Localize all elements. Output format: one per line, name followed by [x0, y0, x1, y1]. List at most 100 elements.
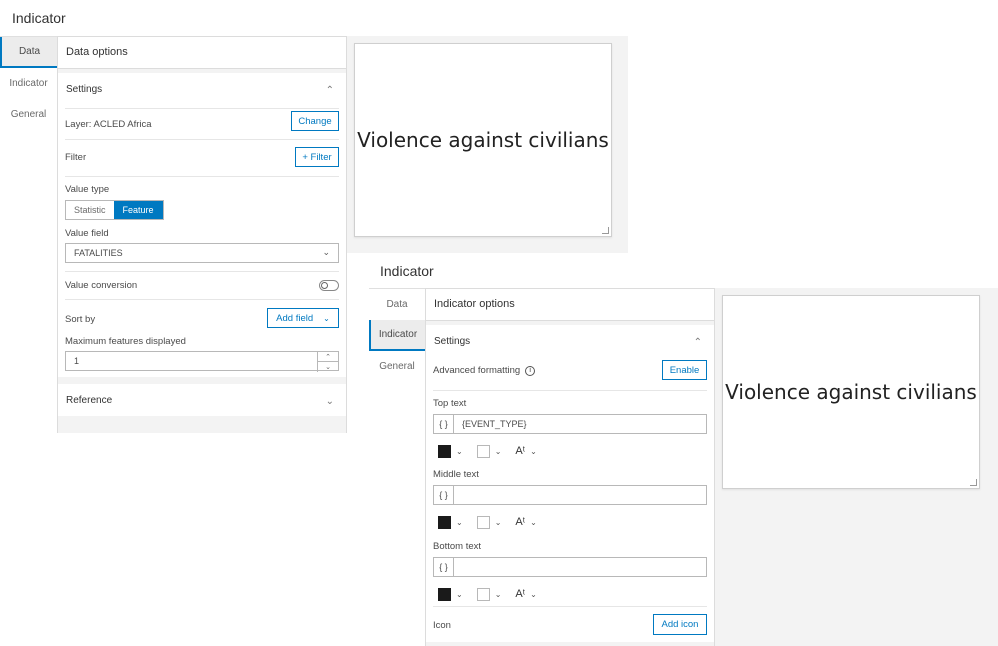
settings-section: Settings ⌃ Layer: ACLED Africa Change Fi…: [58, 73, 346, 377]
chevron-down-icon[interactable]: ⌄: [530, 518, 537, 527]
settings-label: Settings: [434, 336, 471, 347]
chevron-up-icon[interactable]: ⌃: [318, 352, 338, 362]
indicator-options-panel: Indicator Data Indicator General Indicat…: [369, 253, 998, 646]
advanced-formatting-label-wrap: Advanced formatting i: [433, 365, 536, 376]
side-tabs: Data Indicator General: [0, 36, 57, 433]
add-field-button[interactable]: Add field ⌄: [267, 308, 339, 328]
value-field-value: FATALITIES: [74, 248, 123, 258]
tab-general[interactable]: General: [369, 351, 425, 382]
max-features-value: 1: [74, 356, 80, 366]
settings-toggle[interactable]: Settings ⌃: [58, 73, 346, 108]
middle-text-row: Middle text { } ⌄ ⌄ Aᵗ ⌄: [433, 462, 707, 534]
add-icon-button[interactable]: Add icon: [653, 614, 707, 635]
switch-knob: [321, 282, 328, 289]
tab-general[interactable]: General: [0, 99, 57, 130]
resize-handle-icon[interactable]: [602, 227, 609, 234]
data-options-header: Data options: [58, 37, 346, 69]
background-color-swatch[interactable]: [476, 444, 490, 458]
top-text-format: ⌄ ⌄ Aᵗ ⌄: [438, 437, 551, 465]
value-conversion-row: Value conversion: [65, 271, 339, 299]
layer-label: Layer: ACLED Africa: [65, 119, 152, 130]
tab-indicator[interactable]: Indicator: [0, 68, 57, 99]
filter-label: Filter: [65, 152, 87, 163]
chevron-down-icon[interactable]: ⌄: [456, 447, 463, 456]
text-color-swatch[interactable]: [438, 515, 451, 529]
indicator-preview-card: Violence against civilians: [354, 43, 612, 237]
preview-text: Violence against civilians: [725, 380, 977, 404]
top-text-input[interactable]: { } {EVENT_TYPE}: [433, 414, 707, 434]
chevron-down-icon[interactable]: ⌄: [495, 518, 502, 527]
panel-title: Indicator: [380, 263, 434, 279]
bottom-text-label: Bottom text: [433, 541, 482, 552]
reference-label: Reference: [66, 395, 113, 406]
middle-text-input[interactable]: { }: [433, 485, 707, 505]
chevron-down-icon[interactable]: ⌄: [530, 590, 537, 599]
font-size-icon[interactable]: Aᵗ: [515, 516, 525, 528]
top-text-value: {EVENT_TYPE}: [462, 419, 527, 429]
top-text-row: Top text { } {EVENT_TYPE} ⌄ ⌄ Aᵗ ⌄: [433, 390, 707, 462]
chevron-up-icon: ⌃: [693, 337, 702, 348]
value-type-feature[interactable]: Feature: [113, 201, 163, 219]
value-type-statistic[interactable]: Statistic: [66, 201, 114, 219]
background-color-swatch[interactable]: [476, 515, 490, 529]
info-icon[interactable]: i: [525, 365, 536, 376]
value-type-label: Value type: [65, 184, 110, 195]
sort-row: Sort by Add field ⌄ Maximum features dis…: [65, 299, 339, 377]
chevron-down-icon: ⌄: [323, 313, 330, 323]
indicator-options-header: Indicator options: [426, 289, 714, 321]
preview-text: Violence against civilians: [357, 128, 609, 152]
settings-label: Settings: [66, 84, 103, 95]
chevron-down-icon: ⌄: [322, 247, 330, 257]
settings-toggle[interactable]: Settings ⌃: [426, 325, 714, 360]
chevron-down-icon[interactable]: ⌄: [495, 590, 502, 599]
expression-icon[interactable]: { }: [434, 557, 454, 577]
chevron-down-icon[interactable]: ⌄: [456, 590, 463, 599]
reference-section: Reference ⌄: [58, 384, 346, 416]
chevron-down-icon[interactable]: ⌄: [495, 447, 502, 456]
expression-icon[interactable]: { }: [434, 414, 454, 434]
resize-handle-icon[interactable]: [970, 479, 977, 486]
number-stepper[interactable]: ⌃ ⌄: [317, 352, 338, 372]
middle-text-format: ⌄ ⌄ Aᵗ ⌄: [438, 508, 551, 536]
chevron-down-icon[interactable]: ⌄: [318, 362, 338, 372]
text-color-swatch[interactable]: [438, 587, 451, 601]
preview-area: Violence against civilians: [347, 36, 628, 253]
max-features-input[interactable]: 1 ⌃ ⌄: [65, 351, 339, 372]
text-color-swatch[interactable]: [438, 444, 451, 458]
tab-data[interactable]: Data: [369, 289, 425, 320]
value-type-toggle: Statistic Feature: [65, 200, 164, 220]
side-tabs: Data Indicator General: [369, 288, 425, 646]
indicator-options-pane: Indicator options Settings ⌃ Advanced fo…: [425, 288, 715, 646]
change-layer-button[interactable]: Change: [291, 111, 339, 131]
add-field-label: Add field: [276, 312, 314, 324]
reference-toggle[interactable]: Reference ⌄: [58, 384, 346, 416]
layer-row: Layer: ACLED Africa Change: [65, 108, 339, 139]
chevron-down-icon[interactable]: ⌄: [530, 447, 537, 456]
bottom-text-format: ⌄ ⌄ Aᵗ ⌄: [438, 580, 551, 608]
value-field-select[interactable]: FATALITIES ⌄: [65, 243, 339, 263]
tab-indicator[interactable]: Indicator: [369, 320, 425, 351]
panel-title: Indicator: [12, 10, 66, 26]
advanced-formatting-row: Advanced formatting i Enable: [433, 360, 707, 390]
expression-icon[interactable]: { }: [434, 485, 454, 505]
tab-data[interactable]: Data: [0, 37, 57, 68]
value-row: Value type Statistic Feature Value field…: [65, 176, 339, 271]
background-color-swatch[interactable]: [476, 587, 490, 601]
settings-section: Settings ⌃ Advanced formatting i Enable …: [426, 325, 714, 642]
advanced-formatting-label: Advanced formatting: [433, 365, 521, 376]
sort-by-label: Sort by: [65, 314, 96, 325]
chevron-down-icon[interactable]: ⌄: [456, 518, 463, 527]
value-conversion-label: Value conversion: [65, 280, 138, 291]
add-filter-button[interactable]: + Filter: [295, 147, 339, 167]
font-size-icon[interactable]: Aᵗ: [515, 445, 525, 457]
chevron-up-icon: ⌃: [325, 85, 334, 96]
bottom-text-input[interactable]: { }: [433, 557, 707, 577]
bottom-text-row: Bottom text { } ⌄ ⌄ Aᵗ ⌄: [433, 534, 707, 606]
max-features-label: Maximum features displayed: [65, 336, 186, 347]
enable-button[interactable]: Enable: [662, 360, 707, 380]
value-conversion-switch[interactable]: [319, 280, 339, 291]
data-options-pane: Data options Settings ⌃ Layer: ACLED Afr…: [57, 36, 347, 433]
preview-area: Violence against civilians: [715, 288, 998, 646]
font-size-icon[interactable]: Aᵗ: [515, 588, 525, 600]
top-text-label: Top text: [433, 398, 467, 409]
